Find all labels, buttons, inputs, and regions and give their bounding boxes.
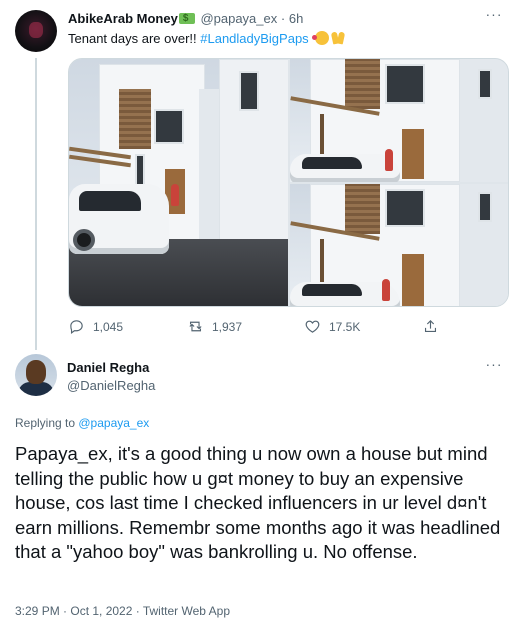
reply-button[interactable]: 1,045 — [68, 318, 123, 336]
tweet-time[interactable]: 6h — [289, 11, 303, 26]
tweet-text: Papaya_ex, it's a good thing u now own a… — [15, 443, 501, 562]
replying-to: Replying to @papaya_ex — [15, 415, 149, 431]
more-options-icon[interactable]: ··· — [485, 357, 503, 374]
separator-dot: · — [280, 11, 286, 26]
retweet-count: 1,937 — [212, 320, 243, 334]
media-grid — [68, 58, 509, 307]
parent-tweet[interactable]: AbikeArab Money @papaya_ex · 6h ··· Tena… — [0, 0, 519, 350]
retweet-icon — [189, 321, 202, 332]
avatar-shirt — [18, 382, 54, 396]
media-photo-main[interactable] — [69, 59, 288, 306]
avatar[interactable] — [15, 10, 57, 52]
avatar[interactable] — [15, 354, 57, 396]
media-photo-secondary[interactable] — [290, 59, 508, 182]
money-with-wings-icon — [178, 10, 195, 27]
avatar-figure — [29, 22, 43, 38]
display-name[interactable]: AbikeArab Money — [68, 11, 178, 26]
thread-connector-line — [35, 58, 37, 350]
replying-to-label: Replying to — [15, 416, 79, 430]
user-handle[interactable]: @DanielRegha — [67, 378, 155, 394]
user-handle[interactable]: @papaya_ex — [200, 11, 277, 26]
like-count: 17.5K — [329, 320, 361, 334]
mention-link[interactable]: @papaya_ex — [78, 416, 149, 430]
smiling-face-with-hearts-icon — [312, 31, 330, 45]
share-button[interactable] — [422, 318, 447, 336]
display-name[interactable]: Daniel Regha — [67, 360, 149, 376]
heart-icon — [305, 320, 320, 333]
avatar-face — [26, 360, 46, 384]
tweet-timestamp[interactable]: 3:29 PM · Oct 1, 2022 · Twitter Web App — [15, 603, 230, 619]
tweet-text: Tenant days are over!! #LandladyBigPaps — [68, 30, 345, 47]
like-button[interactable]: 17.5K — [304, 318, 360, 336]
folded-hands-icon — [331, 31, 345, 45]
media-photo-tertiary[interactable] — [290, 184, 508, 306]
tweet-actions: 1,045 1,937 17.5K — [68, 318, 468, 336]
more-options-icon[interactable]: ··· — [485, 7, 503, 24]
retweet-button[interactable]: 1,937 — [187, 318, 242, 336]
reply-count: 1,045 — [93, 320, 124, 334]
reply-icon — [70, 320, 83, 335]
share-icon — [424, 320, 437, 333]
tweet-header: AbikeArab Money @papaya_ex · 6h — [68, 10, 303, 27]
hashtag-link[interactable]: #LandladyBigPaps — [200, 31, 308, 46]
tweet-text-body: Tenant days are over!! — [68, 31, 201, 46]
